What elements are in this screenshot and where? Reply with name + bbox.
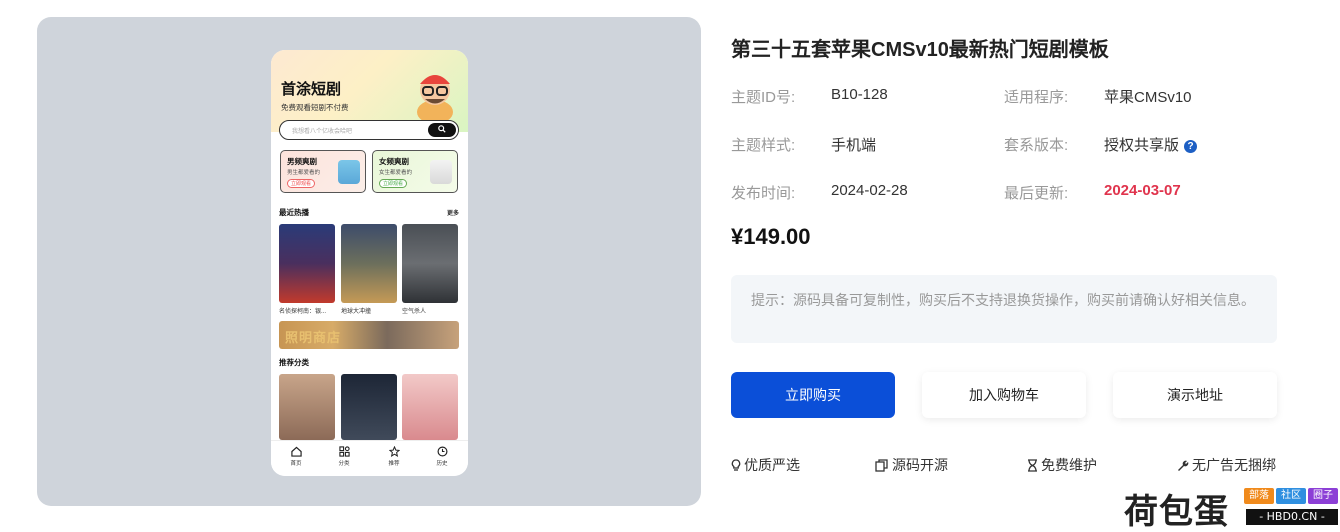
help-icon[interactable]: ? [1184,140,1198,153]
feature-label: 无广告无捆绑 [1192,457,1276,473]
version-label: 套系版本: [1004,137,1069,154]
promo-male-button[interactable]: 立即观看 [287,179,315,188]
poster-5[interactable] [341,374,397,440]
wrench-icon [1178,460,1189,471]
feature-maintenance: 免费维护 [1027,455,1097,475]
feature-open-source: 源码开源 [875,455,948,475]
poster-caption: 名侦探柯南：银... [279,309,327,315]
feature-label: 免费维护 [1041,457,1097,473]
tab-history[interactable]: 历史 [427,446,457,467]
phone-tabbar: 首页 分类 推荐 历史 [271,440,468,476]
promo-male-desc: 男生都爱看的 [287,170,321,176]
watermark-tag: 社区 [1276,488,1306,504]
app-title: 首涂短剧 [281,81,342,98]
tab-label: 首页 [290,461,302,467]
feature-no-ads: 无广告无捆绑 [1176,455,1276,475]
add-to-cart-button[interactable]: 加入购物车 [922,372,1086,418]
recent-more-link[interactable]: 更多 [447,208,459,217]
poster-1[interactable] [279,224,335,303]
phone-search-bar[interactable]: 我想看八个亿收会哈吧 [279,120,459,140]
version-value: 授权共享版? [1104,134,1198,155]
theme-id-label: 主题ID号: [731,89,796,106]
poster-2[interactable] [341,224,397,303]
category-icon [338,446,350,457]
style-value: 手机端 [831,137,877,154]
tab-label: 分类 [338,461,350,467]
recent-heading: 最近热播 [279,208,309,217]
watermark-tag: 部落 [1244,488,1274,504]
watermark-text: 荷包蛋 [1124,492,1229,532]
promo-female-title: 女频爽剧 [379,157,409,166]
feature-label: 优质严选 [744,457,800,473]
publish-date: 2024-02-28 [831,182,908,199]
poster-4[interactable] [279,374,335,440]
lightbulb-icon [731,459,741,471]
preview-panel: 首涂短剧 免费观看短剧不付费 我想看八个亿收会哈吧 男频爽剧 男生都爱看的 立即… [37,17,701,506]
watermark-url: - HBD0.CN - [1246,509,1338,525]
tab-category[interactable]: 分类 [329,446,359,467]
watermark: 荷包蛋 部落 社区 圈子 - HBD0.CN - [1124,484,1338,532]
tab-home[interactable]: 首页 [281,446,311,467]
promo-male-title: 男频爽剧 [287,157,317,166]
megaphone-icon [430,160,452,184]
recommend-heading: 推荐分类 [279,358,309,367]
poster-caption: 地球大冲撞 [341,309,372,315]
clock-icon [437,446,447,457]
product-title: 第三十五套苹果CMSv10最新热门短剧模板 [731,39,1109,61]
program-value: 苹果CMSv10 [1104,89,1192,106]
home-icon [290,446,302,457]
star-icon [388,446,400,457]
phone-search-button[interactable] [428,123,456,137]
update-date: 2024-03-07 [1104,182,1181,199]
poster-3[interactable] [402,224,458,303]
purchase-notice: 提示：源码具备可复制性，购买后不支持退换货操作，购买前请确认好相关信息。 [731,275,1277,343]
style-label: 主题样式: [731,137,796,154]
version-text: 授权共享版 [1104,137,1180,154]
copy-icon [875,459,888,472]
tab-recommend[interactable]: 推荐 [379,446,409,467]
feature-quality: 优质严选 [731,455,800,475]
app-subtitle: 免费观看短剧不付费 [281,103,349,112]
theme-id-value: B10-128 [831,86,888,103]
promo-female-button[interactable]: 立即观看 [379,179,407,188]
update-label: 最后更新: [1004,185,1069,202]
hourglass-icon [1028,459,1037,472]
watermark-tag: 圈子 [1308,488,1338,504]
mascot-icon [417,75,453,122]
poster-caption: 空气杀人 [402,309,427,315]
promo-male[interactable]: 男频爽剧 男生都爱看的 立即观看 [280,150,366,193]
promo-banner[interactable]: 照明商店 [279,321,459,349]
promo-female-desc: 女生都爱看的 [379,170,413,176]
tab-label: 推荐 [388,461,400,467]
promo-female[interactable]: 女频爽剧 女生都爱看的 立即观看 [372,150,458,193]
publish-label: 发布时间: [731,185,796,202]
buy-now-button[interactable]: 立即购买 [731,372,895,418]
calendar-icon [338,160,360,184]
tab-label: 历史 [436,461,448,467]
phone-mockup: 首涂短剧 免费观看短剧不付费 我想看八个亿收会哈吧 男频爽剧 男生都爱看的 立即… [271,50,468,476]
phone-search-placeholder: 我想看八个亿收会哈吧 [292,129,353,135]
feature-label: 源码开源 [892,457,948,473]
price: ¥149.00 [731,224,811,249]
search-icon [438,125,446,133]
demo-link-button[interactable]: 演示地址 [1113,372,1277,418]
program-label: 适用程序: [1004,89,1069,106]
poster-6[interactable] [402,374,458,440]
banner-text: 照明商店 [285,330,342,345]
